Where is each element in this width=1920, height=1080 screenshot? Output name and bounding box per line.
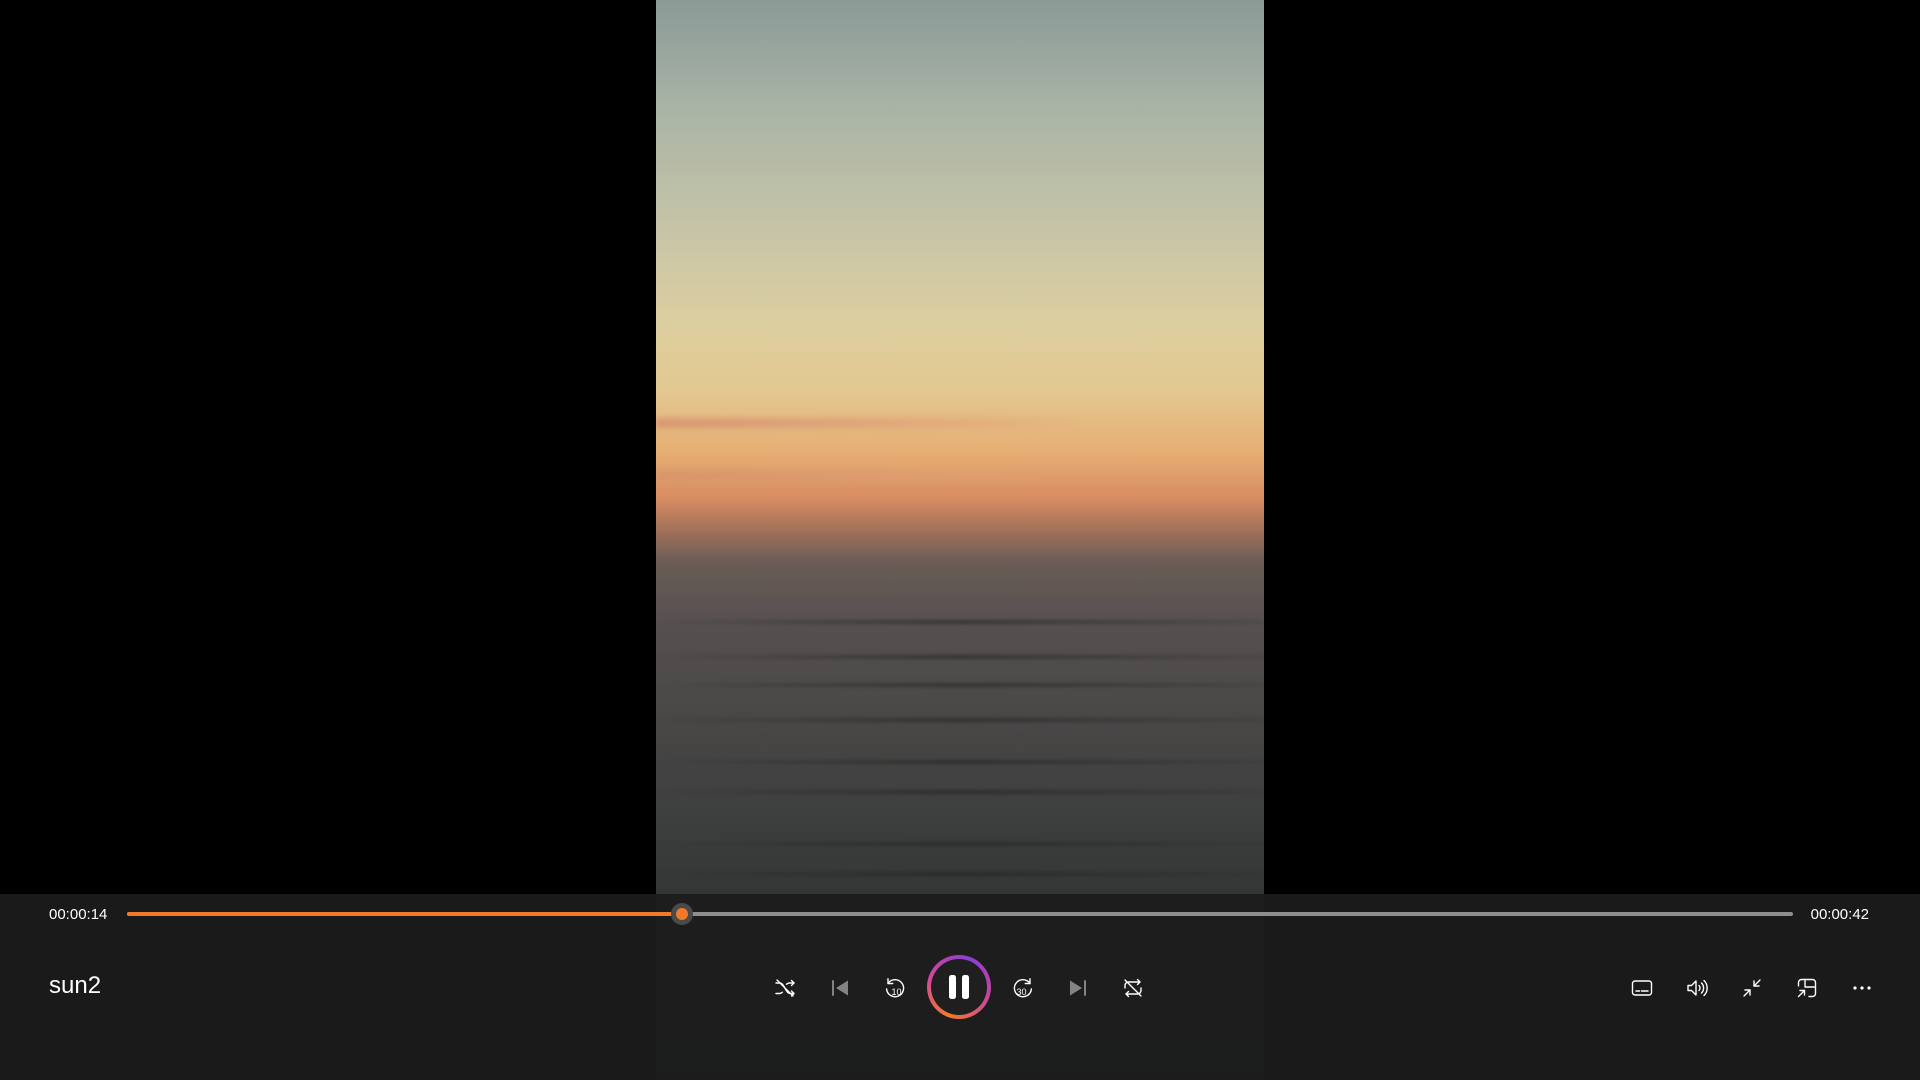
exit-fullscreen-button[interactable] [1730,966,1774,1010]
volume-icon [1687,979,1708,997]
repeat-off-icon [1124,978,1142,998]
video-wave [656,683,1264,687]
video-wave [656,760,1264,764]
next-button[interactable] [1056,966,1100,1010]
forward-30-button[interactable]: 30 [1001,966,1045,1010]
captions-icon [1631,980,1653,996]
media-player: 00:00:14 00:00:42 sun2 10 30 [0,0,1920,1080]
exit-fullscreen-icon [1743,979,1761,997]
mini-view-icon [1797,978,1817,998]
captions-button[interactable] [1620,966,1664,1010]
video-title: sun2 [49,972,102,999]
video-wave [656,655,1264,659]
video-cloud [656,418,1264,428]
video-cloud [656,470,1264,480]
rewind-10-icon: 10 [885,978,905,998]
more-icon [1853,986,1871,990]
forward-30-icon: 30 [1013,978,1033,998]
video-wave [656,872,1264,876]
shuffle-button[interactable] [763,966,807,1010]
previous-icon [832,980,848,996]
pause-icon [949,975,969,999]
video-wave [656,620,1264,624]
shuffle-icon [775,979,795,997]
play-pause-inner [931,959,987,1015]
seek-bar[interactable] [127,903,1793,925]
current-time: 00:00:14 [49,906,108,923]
rewind-10-label: 10 [891,987,901,997]
seek-thumb[interactable] [671,903,694,925]
rewind-10-button[interactable]: 10 [873,966,917,1010]
mini-view-button[interactable] [1785,966,1829,1010]
play-pause-button[interactable] [927,955,991,1019]
video-wave [656,718,1264,722]
video-wave [656,790,1264,794]
previous-button[interactable] [818,966,862,1010]
volume-button[interactable] [1675,966,1719,1010]
repeat-button[interactable] [1111,966,1155,1010]
video-wave [656,842,1264,846]
more-options-button[interactable] [1840,966,1884,1010]
forward-30-label: 30 [1016,987,1026,997]
next-icon [1070,980,1086,996]
total-time: 00:00:42 [1810,906,1869,923]
seek-progress [127,912,683,916]
